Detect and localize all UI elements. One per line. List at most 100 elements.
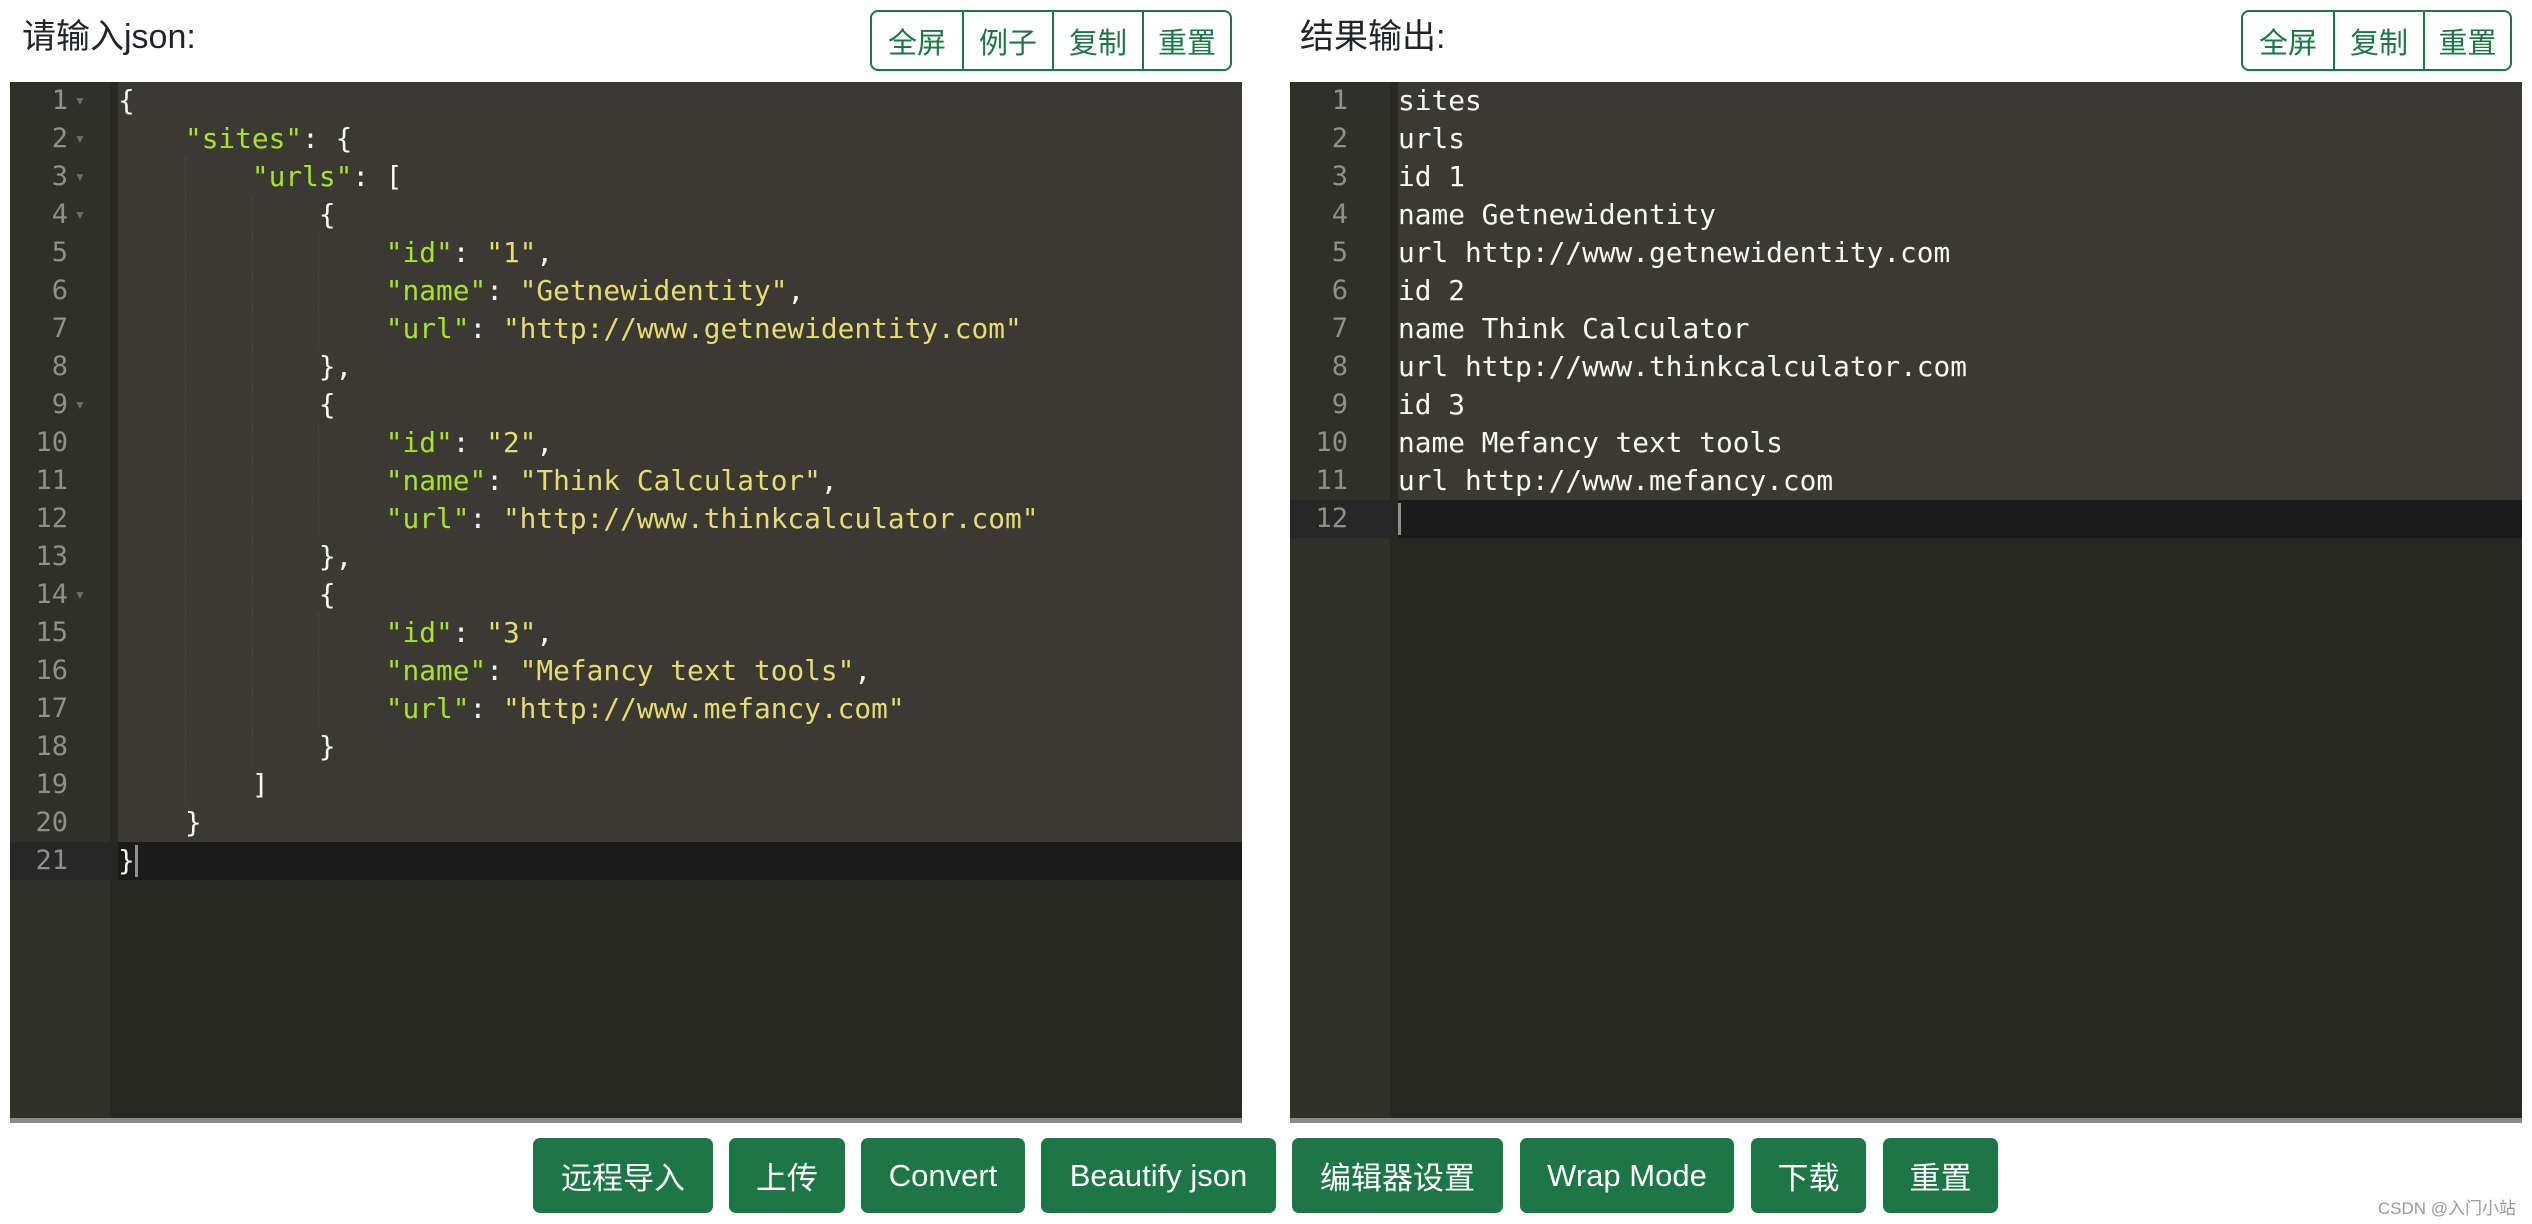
indent-guide [184, 652, 186, 690]
code-text: sites [1398, 84, 1482, 117]
indent-guide [251, 690, 253, 728]
code-line[interactable]: 15 "id": "3", [10, 614, 1242, 652]
code-line[interactable]: 5 "id": "1", [10, 234, 1242, 272]
indent-guide [251, 310, 253, 348]
indent-guide [184, 272, 186, 310]
input-fullscreen-button[interactable]: 全屏 [872, 12, 962, 69]
code-text: "url": "http://www.mefancy.com" [385, 692, 905, 725]
fold-arrow-icon[interactable]: ▼ [74, 576, 86, 614]
fold-arrow-icon[interactable]: ▼ [74, 120, 86, 158]
code-line[interactable]: 6 "name": "Getnewidentity", [10, 272, 1242, 310]
input-panel-button-group: 全屏 例子 复制 重置 [870, 10, 1232, 71]
indent-guide [318, 462, 320, 500]
code-line[interactable]: 2 ▼ "sites": { [10, 120, 1242, 158]
code-line[interactable]: 21} [10, 842, 1242, 880]
json-input-editor[interactable]: 1 ▼{2 ▼ "sites": {3 ▼ "urls": [4 ▼ {5 "id": … [10, 82, 1242, 1123]
convert-button[interactable]: Convert [861, 1138, 1025, 1213]
fold-arrow-icon[interactable]: ▼ [74, 196, 86, 234]
line-number: 15 [35, 617, 68, 648]
code-text: name Getnewidentity [1398, 198, 1716, 231]
remote-import-button[interactable]: 远程导入 [533, 1138, 713, 1213]
code-line[interactable]: 4 ▼ { [10, 196, 1242, 234]
input-copy-button[interactable]: 复制 [1052, 12, 1142, 69]
line-number: 1 [1331, 85, 1348, 116]
input-panel-title: 请输入json: [22, 18, 196, 56]
code-line[interactable]: 2 urls [1290, 120, 2522, 158]
code-line[interactable]: 10 "id": "2", [10, 424, 1242, 462]
reset-button[interactable]: 重置 [1883, 1138, 1998, 1213]
indent-guide [184, 576, 186, 614]
fold-arrow-icon[interactable]: ▼ [74, 386, 86, 424]
code-text: { [118, 388, 336, 421]
indent-guide [251, 614, 253, 652]
code-line[interactable]: 17 "url": "http://www.mefancy.com" [10, 690, 1242, 728]
code-line[interactable]: 9 ▼ { [10, 386, 1242, 424]
code-text: } [118, 730, 336, 763]
code-line[interactable]: 13 }, [10, 538, 1242, 576]
fold-arrow-icon[interactable]: ▼ [74, 158, 86, 196]
code-line[interactable]: 6 id 2 [1290, 272, 2522, 310]
editor-settings-button[interactable]: 编辑器设置 [1292, 1138, 1503, 1213]
line-number: 17 [35, 693, 68, 724]
indent-guide [184, 348, 186, 386]
code-line[interactable]: 20 } [10, 804, 1242, 842]
download-button[interactable]: 下载 [1751, 1138, 1866, 1213]
bottom-toolbar: 远程导入 上传 Convert Beautify json 编辑器设置 Wrap… [0, 1138, 2532, 1213]
code-line[interactable]: 4 name Getnewidentity [1290, 196, 2522, 234]
code-text: { [118, 84, 135, 117]
code-line[interactable]: 18 } [10, 728, 1242, 766]
line-number: 12 [35, 503, 68, 534]
indent-guide [251, 348, 253, 386]
code-line[interactable]: 7 name Think Calculator [1290, 310, 2522, 348]
wrap-mode-button[interactable]: Wrap Mode [1520, 1138, 1734, 1213]
code-line[interactable]: 8 url http://www.thinkcalculator.com [1290, 348, 2522, 386]
line-number: 7 [51, 313, 68, 344]
code-line[interactable]: 14 ▼ { [10, 576, 1242, 614]
code-text: } [118, 844, 135, 877]
code-line[interactable]: 5 url http://www.getnewidentity.com [1290, 234, 2522, 272]
code-text: id 1 [1398, 160, 1465, 193]
code-text: id 2 [1398, 274, 1465, 307]
line-number: 12 [1315, 503, 1348, 534]
fold-arrow-icon[interactable]: ▼ [74, 82, 86, 120]
line-number: 16 [35, 655, 68, 686]
code-text: "name": "Mefancy text tools", [385, 654, 872, 687]
output-copy-button[interactable]: 复制 [2333, 12, 2423, 69]
line-number: 3 [1331, 161, 1348, 192]
line-number: 5 [1331, 237, 1348, 268]
code-line[interactable]: 11 "name": "Think Calculator", [10, 462, 1242, 500]
code-line[interactable]: 7 "url": "http://www.getnewidentity.com" [10, 310, 1242, 348]
line-number: 5 [51, 237, 68, 268]
code-line[interactable]: 1 ▼ { [10, 82, 1242, 120]
line-number: 2 [1331, 123, 1348, 154]
beautify-json-button[interactable]: Beautify json [1041, 1138, 1276, 1213]
output-reset-button[interactable]: 重置 [2423, 12, 2510, 69]
indent-guide [318, 272, 320, 310]
input-reset-button[interactable]: 重置 [1142, 12, 1230, 69]
code-line[interactable]: 3 id 1 [1290, 158, 2522, 196]
line-number: 8 [51, 351, 68, 382]
output-fullscreen-button[interactable]: 全屏 [2243, 12, 2333, 69]
code-line[interactable]: 1 sites [1290, 82, 2522, 120]
line-number: 2 [51, 123, 68, 154]
code-text: ] [118, 768, 269, 801]
result-output-editor[interactable]: 1 sites 2 urls 3 id 1 4 name Getnewidentity 5 url… [1290, 82, 2522, 1123]
indent-guide [184, 234, 186, 272]
indent-guide [184, 158, 186, 196]
indent-guide [184, 766, 186, 804]
code-line[interactable]: 9 id 3 [1290, 386, 2522, 424]
code-line[interactable]: 16 "name": "Mefancy text tools", [10, 652, 1242, 690]
input-example-button[interactable]: 例子 [962, 12, 1052, 69]
code-text: "urls": [ [251, 160, 403, 193]
code-line[interactable]: 3 ▼ "urls": [ [10, 158, 1242, 196]
indent-guide [318, 500, 320, 538]
upload-button[interactable]: 上传 [729, 1138, 845, 1213]
indent-guide [251, 538, 253, 576]
code-line[interactable]: 12 "url": "http://www.thinkcalculator.co… [10, 500, 1242, 538]
code-line[interactable]: 12 [1290, 500, 2522, 538]
code-text: "name": "Think Calculator", [385, 464, 838, 497]
code-line[interactable]: 11 url http://www.mefancy.com [1290, 462, 2522, 500]
code-line[interactable]: 8 }, [10, 348, 1242, 386]
code-line[interactable]: 10 name Mefancy text tools [1290, 424, 2522, 462]
code-line[interactable]: 19 ] [10, 766, 1242, 804]
